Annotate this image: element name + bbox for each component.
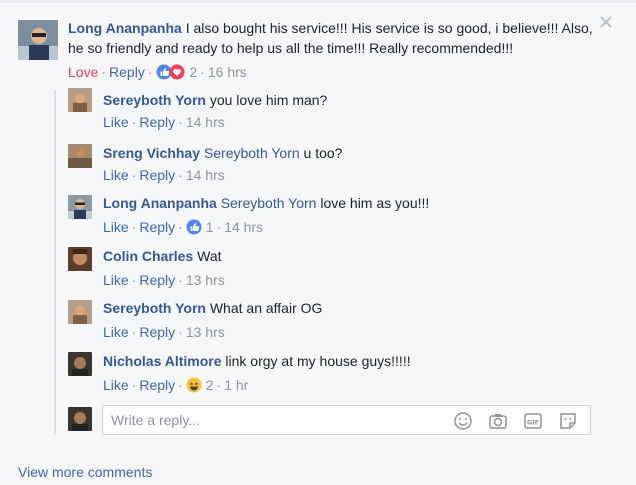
reply-link[interactable]: Reply [139,114,175,130]
love-reaction-link[interactable]: Love [68,64,98,80]
like-link[interactable]: Like [103,114,129,130]
comment-time: 16 hrs [207,64,247,80]
comment-author-link[interactable]: Long Ananpanha [68,20,182,36]
close-icon[interactable] [598,14,614,30]
comment-author-link[interactable]: Sreng Vichhay [103,145,200,161]
avatar[interactable] [18,20,58,60]
comment-actions: Like · Reply · 2 · 1 hr [103,376,248,397]
comment-author-link[interactable]: Sereyboth Yorn [103,300,206,316]
thread-line [54,90,56,435]
comment-actions: Like · Reply · 14 hrs [103,114,225,130]
view-more-comments-link[interactable]: View more comments [18,464,152,480]
like-link[interactable]: Like [103,272,129,288]
comment-author-link[interactable]: Nicholas Altimore [103,353,222,369]
reaction-summary[interactable] [156,64,186,84]
comment-actions: Like · Reply · 13 hrs [103,272,225,288]
comment-body: Colin Charles Wat [103,246,603,266]
reply-comment: Long Ananpanha Sereyboth Yorn love him a… [68,193,628,243]
avatar [68,407,92,431]
comment-body: Sreng Vichhay Sereyboth Yorn u too? [103,143,603,163]
reply-link[interactable]: Reply [139,324,175,340]
avatar[interactable] [68,300,92,324]
like-link[interactable]: Like [103,377,129,393]
reaction-count: 1 [205,219,214,235]
avatar[interactable] [68,352,92,376]
reply-composer: GIF [102,405,591,435]
comment-body: Sereyboth Yorn you love him man? [103,90,603,110]
mention-link[interactable]: Sereyboth Yorn [200,145,300,161]
comment-time: 14 hrs [185,114,225,130]
reply-link[interactable]: Reply [109,64,145,80]
comment-time: 13 hrs [185,324,225,340]
avatar[interactable] [68,88,92,112]
reply-comment: Sereyboth Yorn What an affair OG Like · Re… [68,298,628,348]
haha-reaction-icon[interactable] [186,377,202,397]
comment-time: 14 hrs [224,219,264,235]
avatar[interactable] [68,144,92,168]
comment-actions: Like · Reply · 13 hrs [103,324,225,340]
comment-body: Sereyboth Yorn What an affair OG [103,298,603,318]
emoji-icon[interactable] [453,411,473,431]
comment-text: What an affair OG [205,300,323,316]
like-link[interactable]: Like [103,219,129,235]
svg-text:GIF: GIF [527,419,539,427]
comment-author-link[interactable]: Long Ananpanha [103,195,217,211]
avatar[interactable] [68,247,92,271]
reply-input[interactable] [111,411,441,429]
camera-icon[interactable] [488,411,508,431]
comment-time: 14 hrs [185,167,225,183]
comment-actions: Like · Reply · 14 hrs [103,167,225,183]
comment-author-link[interactable]: Colin Charles [103,248,193,264]
reply-link[interactable]: Reply [139,377,175,393]
comment-body: Long Ananpanha I also bought his service… [68,18,608,58]
reply-comment: Colin Charles Wat Like · Reply · 13 hrs [68,246,628,296]
reply-link[interactable]: Reply [139,167,175,183]
reaction-count: 2 [205,377,214,393]
comment-time: 1 hr [224,377,249,393]
gif-icon[interactable]: GIF [523,411,543,431]
comment-body: Long Ananpanha Sereyboth Yorn love him a… [103,193,603,213]
like-reaction-icon[interactable] [186,219,202,239]
reply-comment: Nicholas Altimore link orgy at my house … [68,351,628,401]
comment-text: u too? [299,145,343,161]
main-comment: Long Ananpanha I also bought his service… [0,0,636,90]
comment-author-link[interactable]: Sereyboth Yorn [103,92,206,108]
avatar[interactable] [68,195,92,219]
mention-link[interactable]: Sereyboth Yorn [217,195,317,211]
comment-actions: Love · Reply · 2 · 16 hrs [68,63,247,84]
like-link[interactable]: Like [103,324,129,340]
comment-text: you love him man? [205,92,328,108]
reply-comment: Sreng Vichhay Sereyboth Yorn u too? Like… [68,141,628,191]
reply-link[interactable]: Reply [139,219,175,235]
reply-link[interactable]: Reply [139,272,175,288]
like-link[interactable]: Like [103,167,129,183]
comment-text: Wat [193,248,222,264]
comment-body: Nicholas Altimore link orgy at my house … [103,351,603,371]
comment-time: 13 hrs [185,272,225,288]
reply-comment: Sereyboth Yorn you love him man? Like · Re… [68,88,628,138]
comment-text: love him as you!!! [316,195,430,211]
sticker-icon[interactable] [558,411,578,431]
comment-actions: Like · Reply · 1 · 14 hrs [103,218,263,239]
comment-text: link orgy at my house guys!!!!! [221,353,411,369]
